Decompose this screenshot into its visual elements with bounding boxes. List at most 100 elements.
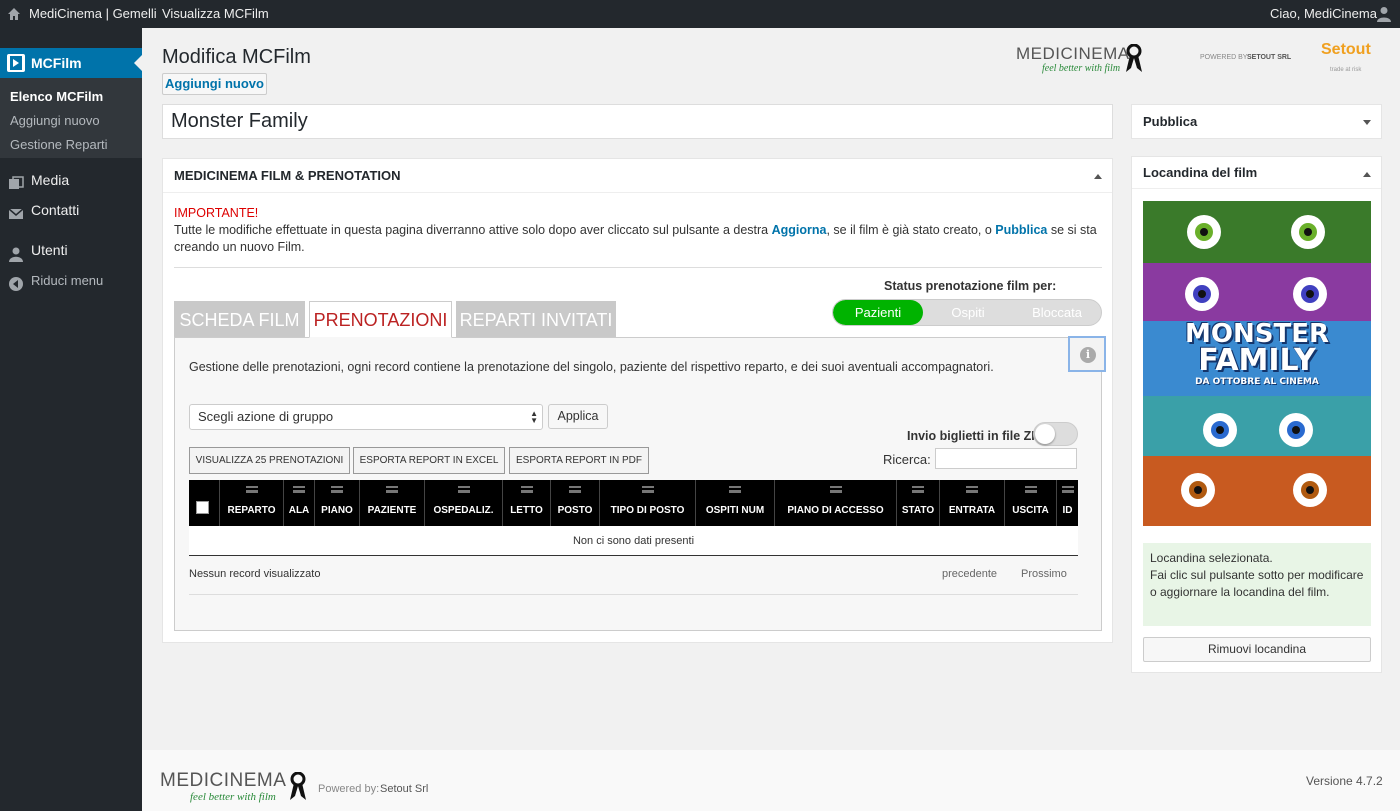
user-greeting[interactable]: Ciao, MediCinema — [1270, 0, 1377, 28]
sidebar-item-contatti[interactable]: Contatti — [0, 195, 142, 225]
column-label: STATO — [901, 505, 935, 516]
notice-link-aggiorna[interactable]: Aggiorna — [772, 223, 827, 237]
publish-heading[interactable]: Pubblica — [1132, 105, 1381, 138]
post-title-input[interactable]: Monster Family — [162, 104, 1113, 139]
poster-eye — [1293, 277, 1327, 311]
select-all-checkbox[interactable] — [196, 501, 209, 514]
column-label: PIANO — [321, 505, 353, 516]
poster-heading[interactable]: Locandina del film — [1132, 157, 1381, 189]
column-posto[interactable]: POSTO — [551, 480, 600, 526]
tab-reparti-invitati[interactable]: REPARTI INVITATI — [456, 301, 616, 337]
collapse-arrow-icon[interactable] — [1363, 172, 1371, 177]
publish-title: Pubblica — [1143, 114, 1198, 129]
column-ospiti-num[interactable]: OSPITI NUM — [696, 480, 775, 526]
site-name-link[interactable]: MediCinema | Gemelli — [29, 0, 157, 28]
medicinema-logo: MEDICINEMA feel better with film — [1016, 44, 1146, 92]
submenu-gestione-reparti[interactable]: Gestione Reparti — [10, 133, 108, 157]
sort-icon — [641, 486, 654, 493]
column-tipo-di-posto[interactable]: TIPO DI POSTO — [600, 480, 696, 526]
add-new-button[interactable]: Aggiungi nuovo — [162, 73, 267, 95]
sort-icon — [1024, 486, 1037, 493]
sidebar-item-riduci-menu[interactable]: Riduci menu — [0, 266, 142, 296]
column-stato[interactable]: STATO — [897, 480, 940, 526]
notice-text-1: Tutte le modifiche effettuate in questa … — [174, 223, 772, 237]
poster-selected-notice: Locandina selezionata. Fai clic sul puls… — [1143, 543, 1371, 626]
view-post-link[interactable]: Visualizza MCFilm — [162, 0, 269, 28]
pagination-next[interactable]: Prossimo — [1021, 568, 1067, 580]
movie-poster-image[interactable]: MONSTER FAMILY DA OTTOBRE AL CINEMA — [1143, 201, 1371, 526]
ribbon-icon — [290, 772, 306, 800]
info-button[interactable]: i — [1068, 336, 1106, 372]
home-icon[interactable] — [7, 7, 21, 21]
admin-footer: MEDICINEMA feel better with film Powered… — [142, 750, 1400, 811]
admin-sidebar: MCFilm Elenco MCFilm Aggiungi nuovo Gest… — [0, 28, 142, 811]
medicinema-metabox: MEDICINEMA FILM & PRENOTATION IMPORTANTE… — [162, 158, 1113, 643]
metabox-heading[interactable]: MEDICINEMA FILM & PRENOTATION — [163, 159, 1112, 193]
sidebar-item-label: Riduci menu — [31, 273, 104, 288]
column-label: OSPITI NUM — [705, 505, 765, 516]
medicinema-logo-text: MEDICINEMA — [1016, 44, 1130, 63]
footer-company: Setout Srl — [380, 783, 429, 795]
column-reparto[interactable]: REPARTO — [220, 480, 284, 526]
footer-logo-text: MEDICINEMA — [160, 770, 287, 791]
media-icon — [8, 172, 24, 189]
collapse-arrow-icon[interactable] — [1094, 174, 1102, 179]
sort-icon — [245, 486, 258, 493]
column-label: ID — [1062, 505, 1073, 516]
column-label: PAZIENTE — [367, 505, 417, 516]
submenu-elenco-mcfilm[interactable]: Elenco MCFilm — [10, 85, 103, 109]
remove-poster-button[interactable]: Rimuovi locandina — [1143, 637, 1371, 662]
zip-toggle[interactable] — [1033, 422, 1078, 446]
column-letto[interactable]: LETTO — [503, 480, 551, 526]
tab-scheda-film[interactable]: SCHEDA FILM — [174, 301, 305, 337]
zip-label: Invio biglietti in file ZIP — [907, 429, 1044, 443]
tab-prenotazioni[interactable]: PRENOTAZIONI — [309, 301, 452, 338]
column-ospedaliz[interactable]: OSPEDALIZ. — [425, 480, 503, 526]
expand-arrow-icon[interactable] — [1363, 120, 1371, 125]
sidebar-item-media[interactable]: Media — [0, 165, 142, 195]
submenu-aggiungi-nuovo[interactable]: Aggiungi nuovo — [10, 109, 100, 133]
select-arrows-icon: ▲ ▼ — [530, 409, 538, 425]
sort-icon — [569, 486, 581, 493]
sidebar-item-mcfilm[interactable]: MCFilm — [0, 48, 142, 78]
view-25-button[interactable]: VISUALIZZA 25 PRENOTAZIONI — [189, 447, 350, 474]
poster-selected-line-1: Locandina selezionata. — [1150, 551, 1273, 565]
sidebar-item-label: MCFilm — [31, 55, 82, 71]
sidebar-item-utenti[interactable]: Utenti — [0, 235, 142, 265]
status-option-pazienti[interactable]: Pazienti — [833, 300, 923, 325]
setout-srl-label: SETOUT SRL — [1247, 54, 1292, 61]
column-paziente[interactable]: PAZIENTE — [360, 480, 425, 526]
poster-band-teal — [1143, 396, 1371, 456]
column-label: USCITA — [1012, 505, 1049, 516]
footer-powered-by: Powered by: — [318, 783, 380, 795]
column-piano[interactable]: PIANO — [315, 480, 360, 526]
apply-button[interactable]: Applica — [548, 404, 608, 429]
column-ala[interactable]: ALA — [284, 480, 315, 526]
search-input[interactable] — [935, 448, 1077, 469]
bulk-action-select[interactable]: Scegli azione di gruppo ▲ ▼ — [189, 404, 543, 430]
export-excel-button[interactable]: ESPORTA REPORT IN EXCEL — [353, 447, 505, 474]
mcfilm-submenu: Elenco MCFilm Aggiungi nuovo Gestione Re… — [0, 78, 142, 158]
avatar-icon[interactable] — [1377, 6, 1391, 22]
poster-title-line-2: FAMILY — [1198, 343, 1316, 378]
column-id[interactable]: ID — [1057, 480, 1078, 526]
export-pdf-button[interactable]: ESPORTA REPORT IN PDF — [509, 447, 649, 474]
sort-icon — [966, 486, 978, 493]
status-toggle[interactable]: Pazienti Ospiti Bloccata — [832, 299, 1102, 326]
column-entrata[interactable]: ENTRATA — [940, 480, 1005, 526]
status-option-bloccata[interactable]: Bloccata — [1013, 300, 1101, 325]
toggle-knob — [1035, 424, 1055, 444]
pagination-previous[interactable]: precedente — [942, 568, 997, 580]
status-option-ospiti[interactable]: Ospiti — [923, 300, 1013, 325]
column-uscita[interactable]: USCITA — [1005, 480, 1057, 526]
notice-text-2: , se il film è già stato creato, o — [826, 223, 996, 237]
publish-box: Pubblica — [1131, 104, 1382, 139]
notice-link-pubblica[interactable]: Pubblica — [995, 223, 1047, 237]
prenotazioni-panel: i Gestione delle prenotazioni, ogni reco… — [174, 336, 1106, 631]
sort-icon — [457, 486, 470, 493]
poster-eye — [1185, 277, 1219, 311]
poster-eye — [1203, 413, 1237, 447]
footer-version: Versione 4.7.2 — [1306, 774, 1383, 788]
column-piano-di-accesso[interactable]: PIANO DI ACCESSO — [775, 480, 897, 526]
status-label: Status prenotazione film per: — [884, 279, 1057, 293]
